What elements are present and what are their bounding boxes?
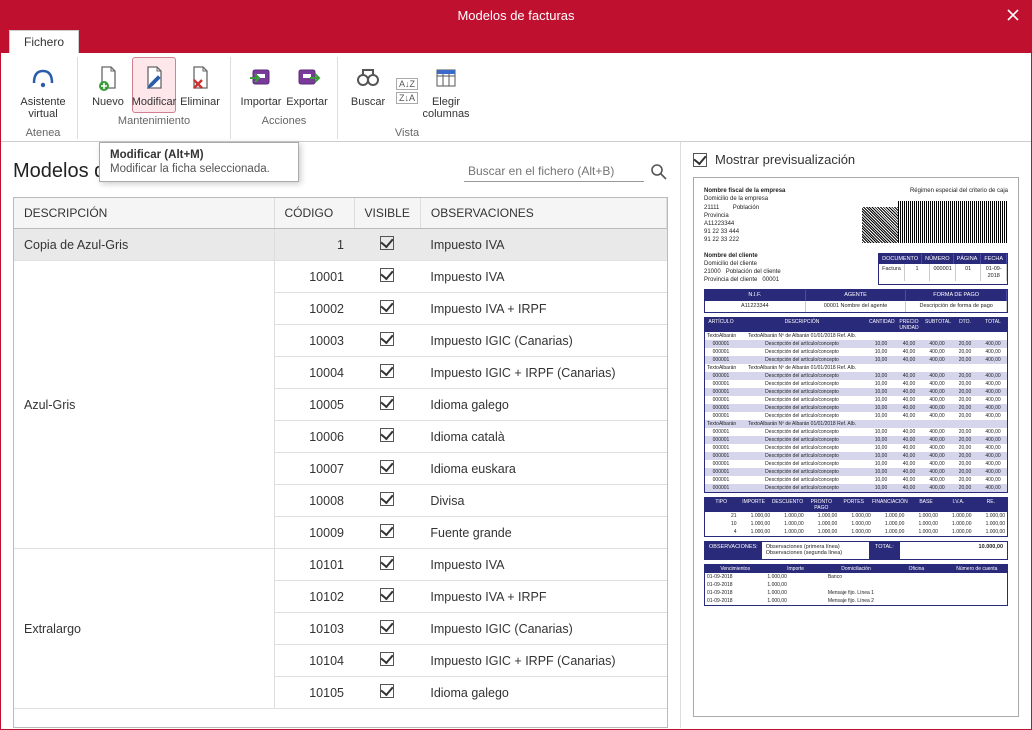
- visible-checkbox[interactable]: [380, 588, 394, 602]
- close-icon: [1007, 9, 1019, 21]
- col-codigo[interactable]: CÓDIGO: [274, 198, 354, 229]
- visible-checkbox[interactable]: [380, 268, 394, 282]
- ribbon-group-acciones: Importar Exportar Acciones: [231, 57, 338, 139]
- sort-asc-button[interactable]: A↓Z: [396, 78, 418, 90]
- table-row[interactable]: Azul-Gris10001Impuesto IVA: [14, 261, 667, 293]
- asistente-virtual-button[interactable]: Asistente virtual: [17, 57, 69, 125]
- checkbox-icon: [693, 153, 707, 167]
- modificar-button[interactable]: Modificar: [132, 57, 176, 113]
- columns-icon: [430, 62, 462, 94]
- ribbon-group-mantenimiento: Nuevo Modificar Eliminar Mantenimiento: [78, 57, 231, 139]
- group-label-mantenimiento: Mantenimiento: [118, 115, 190, 127]
- barcode: [898, 201, 1008, 243]
- exportar-button[interactable]: Exportar: [285, 57, 329, 113]
- visible-checkbox[interactable]: [380, 620, 394, 634]
- importar-button[interactable]: Importar: [239, 57, 283, 113]
- tab-fichero[interactable]: Fichero: [9, 30, 79, 53]
- sort-buttons: A↓Z Z↓A: [396, 57, 418, 125]
- import-icon: [245, 62, 277, 94]
- visible-checkbox[interactable]: [380, 492, 394, 506]
- visible-checkbox[interactable]: [380, 524, 394, 538]
- nuevo-button[interactable]: Nuevo: [86, 57, 130, 113]
- ribbon-group-atenea: Asistente virtual Atenea: [9, 57, 78, 139]
- visible-checkbox[interactable]: [380, 236, 394, 250]
- qr-code: [862, 207, 898, 243]
- search-icon[interactable]: [650, 163, 668, 181]
- eliminar-button[interactable]: Eliminar: [178, 57, 222, 113]
- visible-checkbox[interactable]: [380, 396, 394, 410]
- group-label-vista: Vista: [395, 127, 419, 139]
- visible-checkbox[interactable]: [380, 428, 394, 442]
- visible-checkbox[interactable]: [380, 460, 394, 474]
- tabstrip: Fichero: [1, 29, 1031, 53]
- buscar-button[interactable]: Buscar: [346, 57, 390, 125]
- edit-icon: [138, 62, 170, 94]
- visible-checkbox[interactable]: [380, 332, 394, 346]
- assistant-icon: [27, 62, 59, 94]
- binoculars-icon: [352, 62, 384, 94]
- search-input[interactable]: [464, 161, 644, 182]
- elegir-columnas-button[interactable]: Elegir columnas: [424, 57, 468, 125]
- visible-checkbox[interactable]: [380, 684, 394, 698]
- page-title: Modelos d: [13, 160, 105, 183]
- table-row[interactable]: Extralargo10101Impuesto IVA: [14, 549, 667, 581]
- window-title: Modelos de facturas: [457, 8, 574, 23]
- delete-icon: [184, 62, 216, 94]
- visible-checkbox[interactable]: [380, 300, 394, 314]
- ribbon: Asistente virtual Atenea Nuevo Modificar: [1, 53, 1031, 142]
- export-icon: [291, 62, 323, 94]
- data-grid[interactable]: DESCRIPCIÓN CÓDIGO VISIBLE OBSERVACIONES…: [13, 197, 668, 728]
- group-label-atenea: Atenea: [26, 127, 61, 139]
- sort-desc-button[interactable]: Z↓A: [396, 92, 418, 104]
- col-visible[interactable]: VISIBLE: [354, 198, 420, 229]
- group-label-acciones: Acciones: [262, 115, 307, 127]
- visible-checkbox[interactable]: [380, 556, 394, 570]
- col-observaciones[interactable]: OBSERVACIONES: [420, 198, 666, 229]
- table-row[interactable]: Copia de Azul-Gris1Impuesto IVA: [14, 229, 667, 261]
- ribbon-group-vista: Buscar A↓Z Z↓A Elegir columnas Vista: [338, 57, 476, 139]
- visible-checkbox[interactable]: [380, 364, 394, 378]
- new-icon: [92, 62, 124, 94]
- col-descripcion[interactable]: DESCRIPCIÓN: [14, 198, 274, 229]
- tooltip-modificar: Modificar (Alt+M) Modificar la ficha sel…: [99, 142, 299, 182]
- close-button[interactable]: [1001, 3, 1025, 27]
- visible-checkbox[interactable]: [380, 652, 394, 666]
- preview-checkbox[interactable]: Mostrar previsualización: [693, 152, 1019, 167]
- invoice-preview: Nombre fiscal de la empresa Domicilio de…: [693, 177, 1019, 717]
- titlebar: Modelos de facturas: [1, 1, 1031, 29]
